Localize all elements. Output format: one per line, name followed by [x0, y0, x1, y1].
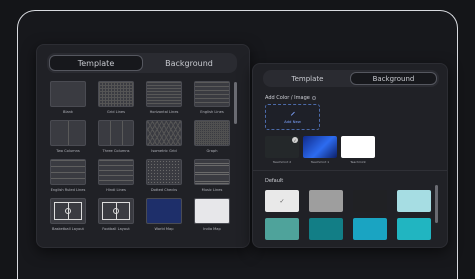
scrollbar[interactable]	[435, 185, 438, 223]
court-diagram	[102, 202, 130, 220]
background-panel: Template Background Add Color / Image Ad…	[252, 63, 448, 248]
template-label: World Map	[154, 227, 174, 231]
template-thumbnail	[194, 120, 230, 146]
court-diagram	[54, 202, 82, 220]
uploaded-image-label: Teachmint	[350, 160, 366, 164]
template-thumbnail	[98, 198, 134, 224]
uploaded-image-label: Teachmint 2	[272, 160, 292, 164]
template-label: Three Columns	[102, 149, 130, 153]
uploaded-image-thumbnail	[303, 136, 337, 158]
template-label: English Lines	[200, 110, 224, 114]
color-swatch[interactable]	[397, 190, 431, 212]
template-thumbnail	[50, 120, 86, 146]
uploaded-image-thumbnail: ✓	[265, 136, 299, 158]
template-thumbnail	[194, 81, 230, 107]
uploaded-image-thumbnail	[341, 136, 375, 158]
template-thumbnail	[98, 159, 134, 185]
pencil-icon	[290, 111, 295, 116]
template-label: Isometric Grid	[151, 149, 177, 153]
template-label: Blank	[62, 110, 74, 114]
template-grid: Blank Grid Lines Horizontal Lines English L…	[49, 81, 235, 231]
template-item[interactable]: Basketball Layout	[49, 198, 87, 231]
template-scrollbar[interactable]	[234, 82, 237, 124]
template-label: Grid Lines	[106, 110, 126, 114]
color-swatch[interactable]	[353, 218, 387, 240]
add-color-image-heading: Add Color / Image	[265, 95, 316, 101]
uploaded-image-item[interactable]: ✓ Teachmint 2	[265, 136, 299, 164]
template-item[interactable]: Graph	[193, 120, 231, 153]
template-item[interactable]: Horizontal Lines	[145, 81, 183, 114]
template-item[interactable]: Isometric Grid	[145, 120, 183, 153]
template-item[interactable]: Blank	[49, 81, 87, 114]
color-swatch[interactable]	[309, 218, 343, 240]
default-color-grid: ✓	[265, 190, 431, 240]
template-label: Basketball Layout	[52, 227, 84, 231]
tab-background[interactable]: Background	[143, 55, 235, 71]
add-new-button[interactable]: Add New	[265, 104, 320, 130]
divider	[253, 170, 447, 171]
uploaded-image-item[interactable]: Teachmint	[341, 136, 375, 164]
tab-template[interactable]: Template	[265, 72, 350, 85]
add-new-label: Add New	[284, 119, 301, 124]
template-label: Music Lines	[201, 188, 223, 192]
template-item[interactable]: Dotted Checks	[145, 159, 183, 192]
tab-background[interactable]: Background	[350, 72, 437, 85]
template-panel: Template Background Blank Grid Lines Horiz…	[36, 44, 250, 248]
template-item[interactable]: English Ruled Lines	[49, 159, 87, 192]
template-item[interactable]: World Map	[145, 198, 183, 231]
uploaded-image-item[interactable]: Teachmint 1	[303, 136, 337, 164]
default-label: Default	[265, 178, 284, 184]
template-item[interactable]: India Map	[193, 198, 231, 231]
template-thumbnail	[98, 120, 134, 146]
tab-template[interactable]: Template	[49, 55, 143, 71]
template-thumbnail	[146, 159, 182, 185]
template-thumbnail	[146, 198, 182, 224]
template-thumbnail	[194, 159, 230, 185]
color-swatch[interactable]	[309, 190, 343, 212]
template-item[interactable]: Two Columns	[49, 120, 87, 153]
color-swatch[interactable]	[397, 218, 431, 240]
template-thumbnail	[50, 198, 86, 224]
uploaded-images: ✓ Teachmint 2 Teachmint 1 Teachmint	[265, 136, 375, 164]
template-thumbnail	[146, 81, 182, 107]
template-label: India Map	[203, 227, 221, 231]
uploaded-image-label: Teachmint 1	[310, 160, 330, 164]
color-swatch[interactable]: ✓	[265, 190, 299, 212]
add-color-image-label: Add Color / Image	[265, 95, 310, 101]
template-item[interactable]: Grid Lines	[97, 81, 135, 114]
template-thumbnail	[98, 81, 134, 107]
template-label: Graph	[206, 149, 218, 153]
template-panel-tabs: Template Background	[47, 53, 237, 73]
template-item[interactable]: English Lines	[193, 81, 231, 114]
template-label: Dotted Checks	[150, 188, 178, 192]
background-panel-tabs: Template Background	[263, 70, 439, 87]
template-item[interactable]: Music Lines	[193, 159, 231, 192]
info-icon[interactable]	[311, 95, 316, 100]
template-label: Football Layout	[102, 227, 130, 231]
template-item[interactable]: Football Layout	[97, 198, 135, 231]
template-label: Two Columns	[56, 149, 80, 153]
color-swatch[interactable]	[265, 218, 299, 240]
template-label: Horizontal Lines	[149, 110, 179, 114]
check-icon: ✓	[279, 197, 285, 205]
template-item[interactable]: Hindi Lines	[97, 159, 135, 192]
template-item[interactable]: Three Columns	[97, 120, 135, 153]
template-thumbnail	[50, 81, 86, 107]
template-label: English Ruled Lines	[50, 188, 86, 192]
check-icon: ✓	[292, 137, 298, 143]
template-label: Hindi Lines	[106, 188, 126, 192]
template-thumbnail	[146, 120, 182, 146]
template-thumbnail	[194, 198, 230, 224]
color-swatch[interactable]	[353, 190, 387, 212]
template-thumbnail	[50, 159, 86, 185]
